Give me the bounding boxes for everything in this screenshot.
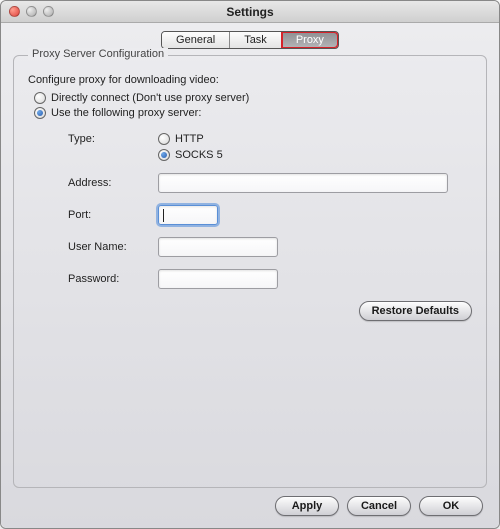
type-socks5-row[interactable]: SOCKS 5 — [158, 149, 223, 161]
tab-bar: General Task Proxy — [13, 31, 487, 49]
row-address: Address: — [68, 173, 472, 193]
apply-button[interactable]: Apply — [275, 496, 339, 516]
mode-use-proxy-row[interactable]: Use the following proxy server: — [34, 107, 472, 119]
tab-proxy[interactable]: Proxy — [282, 32, 338, 48]
type-options: HTTP SOCKS 5 — [158, 133, 223, 161]
groupbox-legend: Proxy Server Configuration — [28, 48, 168, 60]
titlebar: Settings — [1, 1, 499, 23]
radio-icon — [158, 149, 170, 161]
window-title: Settings — [1, 5, 499, 19]
minimize-icon[interactable] — [26, 6, 37, 17]
close-icon[interactable] — [9, 6, 20, 17]
tab-general[interactable]: General — [162, 32, 230, 48]
port-label: Port: — [68, 209, 158, 221]
mode-direct-row[interactable]: Directly connect (Don't use proxy server… — [34, 92, 472, 104]
zoom-icon[interactable] — [43, 6, 54, 17]
username-label: User Name: — [68, 241, 158, 253]
restore-defaults-button[interactable]: Restore Defaults — [359, 301, 472, 321]
cancel-button[interactable]: Cancel — [347, 496, 411, 516]
radio-icon — [34, 92, 46, 104]
proxy-groupbox: Proxy Server Configuration Configure pro… — [13, 55, 487, 488]
row-port: Port: — [68, 205, 472, 225]
text-cursor-icon — [163, 209, 164, 222]
address-label: Address: — [68, 177, 158, 189]
ok-button[interactable]: OK — [419, 496, 483, 516]
port-input[interactable] — [158, 205, 218, 225]
password-input[interactable] — [158, 269, 278, 289]
password-label: Password: — [68, 273, 158, 285]
type-http-label: HTTP — [175, 133, 204, 145]
content-area: General Task Proxy Proxy Server Configur… — [1, 23, 499, 528]
radio-icon — [34, 107, 46, 119]
window-controls — [1, 6, 54, 17]
radio-icon — [158, 133, 170, 145]
settings-window: Settings General Task Proxy Proxy Server… — [0, 0, 500, 529]
group-description: Configure proxy for downloading video: — [28, 74, 472, 86]
row-password: Password: — [68, 269, 472, 289]
row-username: User Name: — [68, 237, 472, 257]
address-input[interactable] — [158, 173, 448, 193]
proxy-form: Type: HTTP SOCKS 5 Address: — [68, 133, 472, 289]
type-socks5-label: SOCKS 5 — [175, 149, 223, 161]
type-http-row[interactable]: HTTP — [158, 133, 223, 145]
restore-row: Restore Defaults — [28, 301, 472, 321]
username-input[interactable] — [158, 237, 278, 257]
row-type: Type: HTTP SOCKS 5 — [68, 133, 472, 161]
dialog-footer: Apply Cancel OK — [13, 488, 487, 518]
tab-task[interactable]: Task — [230, 32, 282, 48]
mode-use-proxy-label: Use the following proxy server: — [51, 107, 201, 119]
tab-group: General Task Proxy — [161, 31, 339, 49]
mode-direct-label: Directly connect (Don't use proxy server… — [51, 92, 249, 104]
type-label: Type: — [68, 133, 158, 145]
